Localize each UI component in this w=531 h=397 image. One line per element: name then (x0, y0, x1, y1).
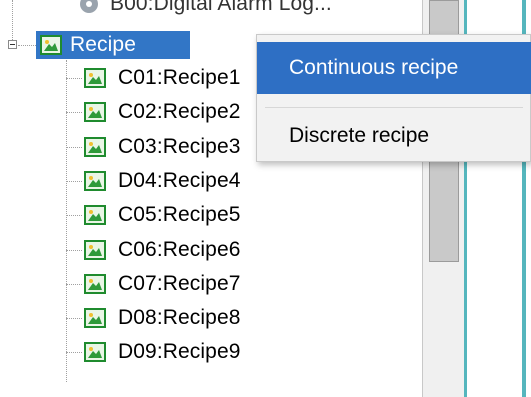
tree-connector (66, 284, 82, 285)
tree-item-label: C06:Recipe6 (118, 238, 241, 261)
tree-connector (66, 215, 82, 216)
tree-connector (66, 318, 82, 319)
tree-item-label: C02:Recipe2 (118, 100, 241, 123)
tree-connector (18, 45, 36, 46)
tree-item-recipe[interactable]: C06:Recipe6 (84, 234, 241, 266)
tree-item-recipe-folder[interactable]: Recipe (36, 31, 190, 59)
tree-item-label: C07:Recipe7 (118, 272, 241, 295)
tree-item-recipe[interactable]: C05:Recipe5 (84, 199, 241, 231)
tree-item-label: D08:Recipe8 (118, 306, 241, 329)
recipe-folder-icon (40, 35, 62, 55)
tree-item-digital-alarm-log[interactable]: B00:Digital Alarm Log... (78, 0, 332, 20)
recipe-item-icon (84, 342, 106, 362)
menu-item-discrete-recipe[interactable]: Discrete recipe (257, 110, 531, 162)
tree-connector (66, 250, 82, 251)
tree-item-recipe[interactable]: C07:Recipe7 (84, 268, 241, 300)
tree-connector (66, 147, 82, 148)
tree-item-label: C05:Recipe5 (118, 203, 241, 226)
tree-branch-line (66, 60, 67, 382)
recipe-item-icon (84, 205, 106, 225)
tree-connector (66, 78, 82, 79)
gear-icon (80, 0, 98, 13)
recipe-item-icon (84, 240, 106, 260)
tree-item-label: C03:Recipe3 (118, 135, 241, 158)
tree-item-label: D04:Recipe4 (118, 169, 241, 192)
tree-connector (66, 352, 82, 353)
tree-connector (66, 181, 82, 182)
tree-connector (66, 112, 82, 113)
tree-item-recipe[interactable]: C01:Recipe1 (84, 62, 241, 94)
context-menu: Continuous recipe Discrete recipe (256, 34, 531, 162)
menu-separator (265, 107, 523, 108)
tree-item-recipe[interactable]: C03:Recipe3 (84, 131, 241, 163)
tree-item-label: C01:Recipe1 (118, 66, 241, 89)
recipe-item-icon (84, 308, 106, 328)
tree-root-line (12, 0, 13, 40)
tree-item-recipe[interactable]: D08:Recipe8 (84, 302, 241, 334)
tree-item-recipe[interactable]: D04:Recipe4 (84, 165, 241, 197)
tree-item-label: B00:Digital Alarm Log... (110, 0, 332, 15)
tree-item-label: Recipe (70, 33, 136, 56)
recipe-item-icon (84, 68, 106, 88)
collapse-toggle[interactable] (8, 40, 17, 49)
recipe-item-icon (84, 171, 106, 191)
recipe-item-icon (84, 137, 106, 157)
tree-item-label: D09:Recipe9 (118, 340, 241, 363)
recipe-item-icon (84, 102, 106, 122)
tree-item-recipe[interactable]: C02:Recipe2 (84, 96, 241, 128)
menu-item-continuous-recipe[interactable]: Continuous recipe (257, 42, 531, 94)
tree-item-recipe[interactable]: D09:Recipe9 (84, 336, 241, 368)
recipe-item-icon (84, 274, 106, 294)
